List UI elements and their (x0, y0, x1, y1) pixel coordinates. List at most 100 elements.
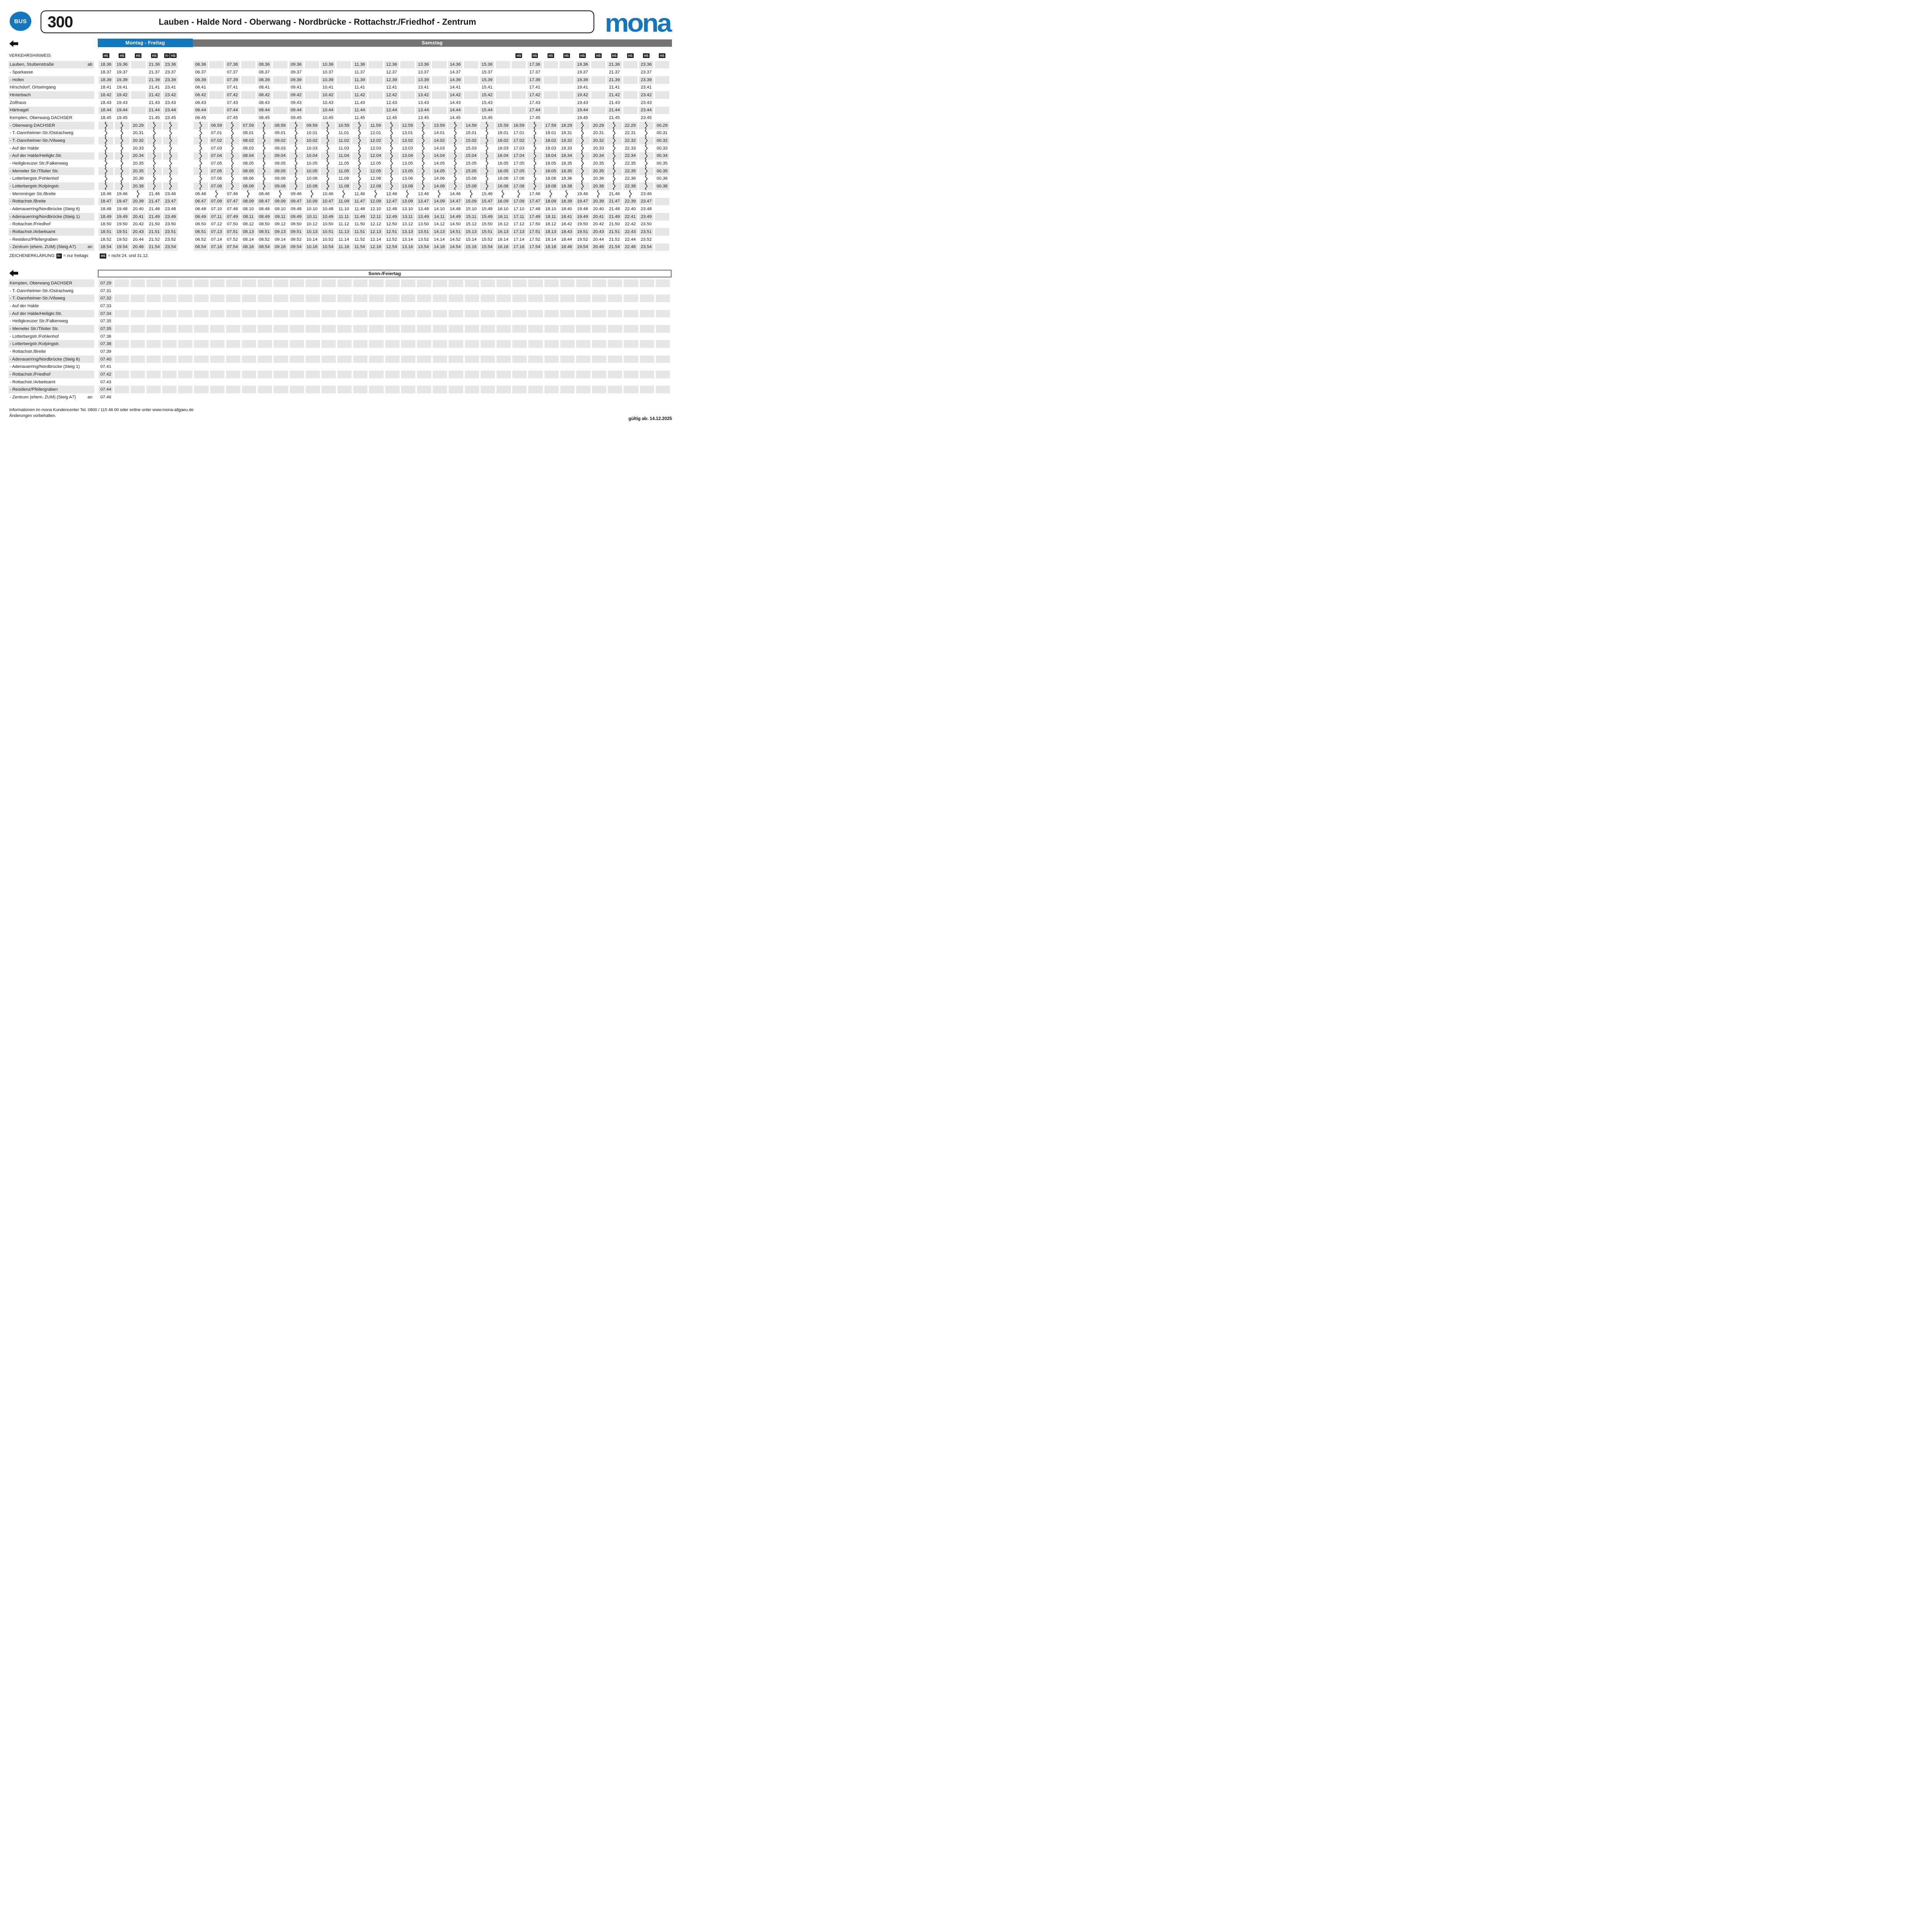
empty-cell (131, 393, 145, 401)
skip-squiggle-cell (527, 167, 542, 175)
skip-squiggle-cell (194, 152, 208, 160)
note-cell: HS (131, 50, 146, 61)
station-name: - Residenz/Pfeilergraben (10, 387, 58, 392)
empty-cell (576, 356, 590, 363)
empty-cell (497, 294, 511, 302)
time-cell: 06.49 (194, 213, 208, 221)
empty-cell (433, 310, 447, 318)
skip-squiggle-cell (448, 137, 463, 145)
skip-squiggle-cell (99, 160, 113, 167)
empty-cell (146, 378, 161, 386)
time-cell: 21.43 (147, 99, 162, 107)
column-spacer (179, 76, 193, 84)
note-cell (480, 50, 494, 61)
time-cell: 22.32 (623, 137, 638, 145)
note-cell: HS (560, 50, 574, 61)
time-cell: 10.11 (305, 213, 319, 221)
skip-squiggle-cell (321, 160, 335, 167)
empty-cell (131, 61, 146, 69)
time-cell: 11.08 (337, 182, 351, 190)
time-cell: 07.43 (99, 378, 113, 386)
time-cell: 21.36 (607, 61, 621, 69)
time-cell: 13.50 (416, 221, 430, 228)
empty-cell (623, 61, 638, 69)
time-cell: 07.49 (225, 213, 240, 221)
skip-squiggle-cell (163, 137, 178, 145)
column-spacer (179, 175, 193, 183)
skip-squiggle-cell (115, 122, 129, 129)
empty-cell (162, 378, 177, 386)
empty-cell (210, 302, 224, 310)
column-spacer (179, 84, 193, 92)
time-cell: 14.50 (448, 221, 463, 228)
empty-cell (528, 302, 543, 310)
empty-cell (242, 363, 256, 371)
time-cell: 18.35 (560, 160, 574, 167)
time-cell: 14.05 (432, 160, 446, 167)
empty-cell (131, 310, 145, 318)
time-cell: 07.43 (225, 99, 240, 107)
time-cell: 12.04 (369, 152, 383, 160)
time-cell: 21.48 (147, 205, 162, 213)
empty-cell (258, 393, 272, 401)
empty-cell (210, 279, 224, 287)
time-cell: 08.01 (241, 129, 255, 137)
column-spacer (179, 91, 193, 99)
time-cell: 13.04 (400, 152, 415, 160)
empty-cell (544, 371, 559, 378)
empty-cell (385, 363, 400, 371)
empty-cell (449, 371, 463, 378)
time-cell: 16.03 (496, 145, 510, 152)
empty-cell (417, 294, 431, 302)
empty-cell (226, 310, 240, 318)
note-cell (384, 50, 399, 61)
empty-cell (576, 279, 590, 287)
empty-cell (194, 356, 208, 363)
time-cell: 20.43 (131, 228, 146, 236)
empty-cell (258, 386, 272, 393)
time-cell: 07.29 (99, 279, 113, 287)
skip-squiggle-cell (448, 152, 463, 160)
column-spacer (179, 145, 193, 152)
time-cell: 21.42 (607, 91, 621, 99)
empty-cell (274, 348, 288, 356)
empty-cell (433, 294, 447, 302)
empty-cell (306, 294, 320, 302)
time-cell: 13.05 (400, 160, 415, 167)
empty-cell (592, 348, 606, 356)
empty-cell (242, 279, 256, 287)
time-cell: 17.52 (527, 236, 542, 243)
empty-cell (305, 84, 319, 92)
station-name: - Rottachstr./Friedhof (10, 222, 50, 226)
time-cell: 08.03 (241, 145, 255, 152)
time-cell: 19.48 (115, 205, 129, 213)
empty-cell (560, 91, 574, 99)
time-cell: 22.42 (623, 221, 638, 228)
time-cell: 12.08 (369, 182, 383, 190)
note-cell: HS (147, 50, 162, 61)
time-cell: 23.52 (163, 236, 178, 243)
empty-cell (528, 348, 543, 356)
empty-cell (640, 363, 654, 371)
skip-squiggle-cell (163, 122, 178, 129)
time-cell: 10.49 (321, 213, 335, 221)
time-cell: 23.52 (639, 236, 653, 243)
direction-arrow-icon (9, 270, 18, 277)
time-cell: 15.01 (464, 129, 478, 137)
empty-cell (449, 348, 463, 356)
column-spacer (179, 228, 193, 236)
station-name: - Rottachstr./Arbeitsamt (10, 230, 55, 234)
empty-cell (497, 348, 511, 356)
empty-cell (274, 317, 288, 325)
empty-cell (209, 91, 224, 99)
time-cell: 18.04 (544, 152, 558, 160)
empty-cell (496, 99, 510, 107)
time-cell: 21.44 (607, 107, 621, 114)
empty-cell (400, 68, 415, 76)
empty-cell (114, 287, 129, 295)
station-name-cell: - T.-Dannheimer-Str./Ostrachweg (9, 129, 94, 137)
time-cell: 08.02 (241, 137, 255, 145)
skip-squiggle-cell (289, 152, 303, 160)
empty-cell (655, 228, 669, 236)
skip-squiggle-cell (352, 175, 367, 183)
